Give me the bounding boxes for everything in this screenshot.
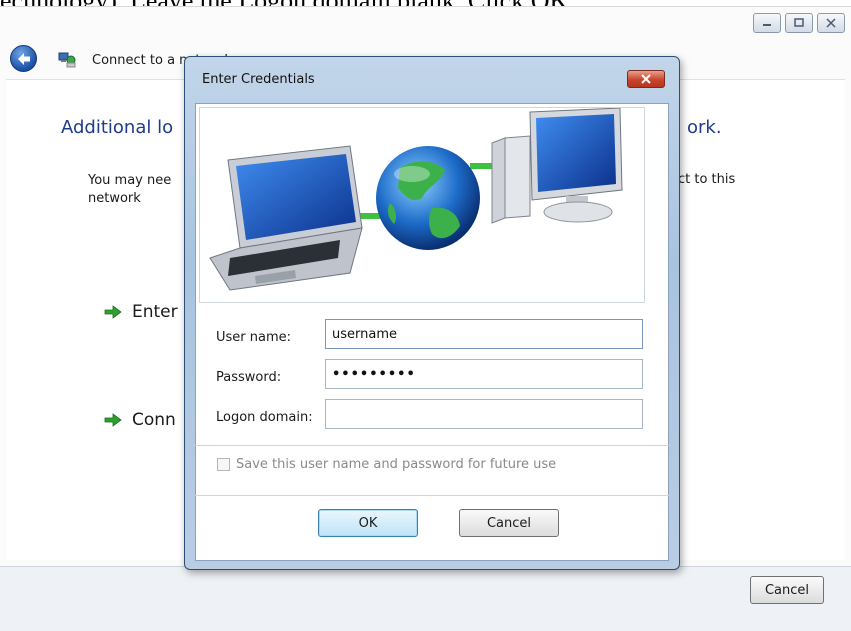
- password-label: Password:: [216, 370, 282, 385]
- desktop-computer-icon: [491, 108, 623, 224]
- page-description-tail: ct to this: [678, 172, 736, 187]
- logon-domain-label: Logon domain:: [216, 410, 313, 425]
- network-icon: [58, 52, 76, 68]
- option-connect-label: Conn: [132, 410, 176, 430]
- network-illustration: [199, 107, 645, 303]
- option-enter-link[interactable]: Enter: [104, 302, 178, 322]
- username-label: User name:: [216, 330, 292, 345]
- back-button[interactable]: [10, 45, 37, 72]
- username-field[interactable]: username: [325, 319, 643, 349]
- password-field[interactable]: •••••••••: [325, 359, 643, 389]
- page-heading-tail: ork.: [687, 117, 722, 138]
- ok-button[interactable]: OK: [318, 509, 418, 537]
- description-line-1: You may nee: [88, 173, 172, 188]
- window-controls: [753, 13, 845, 33]
- dialog-title: Enter Credentials: [202, 72, 315, 87]
- green-arrow-icon: [104, 305, 122, 319]
- option-connect-link[interactable]: Conn: [104, 410, 176, 430]
- divider: [195, 495, 669, 496]
- description-line-2: network: [88, 191, 141, 206]
- save-credentials-checkbox[interactable]: [217, 458, 230, 471]
- back-arrow-icon: [18, 53, 30, 65]
- option-enter-label: Enter: [132, 302, 178, 322]
- save-credentials-label: Save this user name and password for fut…: [236, 457, 557, 472]
- dialog-cancel-button[interactable]: Cancel: [459, 509, 559, 537]
- close-window-button[interactable]: [817, 13, 845, 33]
- wizard-cancel-button[interactable]: Cancel: [750, 576, 824, 604]
- laptop-icon: [209, 145, 363, 291]
- page-heading: Additional lo: [61, 117, 174, 138]
- network-banner-image: [209, 108, 623, 291]
- divider: [195, 445, 669, 446]
- minimize-button[interactable]: [753, 13, 781, 33]
- page-description: You may nee network: [88, 172, 171, 208]
- wizard-footer: [0, 566, 851, 631]
- minimize-icon: [763, 24, 771, 26]
- save-credentials-row: Save this user name and password for fut…: [217, 457, 556, 472]
- close-icon: [641, 74, 651, 84]
- maximize-icon: [794, 18, 804, 27]
- globe-icon: [376, 146, 480, 250]
- maximize-button[interactable]: [785, 13, 813, 33]
- dialog-close-button[interactable]: [627, 70, 665, 88]
- close-icon: [826, 18, 836, 28]
- credentials-dialog: Enter Credentials User name: username Pa…: [184, 56, 680, 570]
- logon-domain-field[interactable]: [325, 399, 643, 429]
- green-arrow-icon: [104, 413, 122, 427]
